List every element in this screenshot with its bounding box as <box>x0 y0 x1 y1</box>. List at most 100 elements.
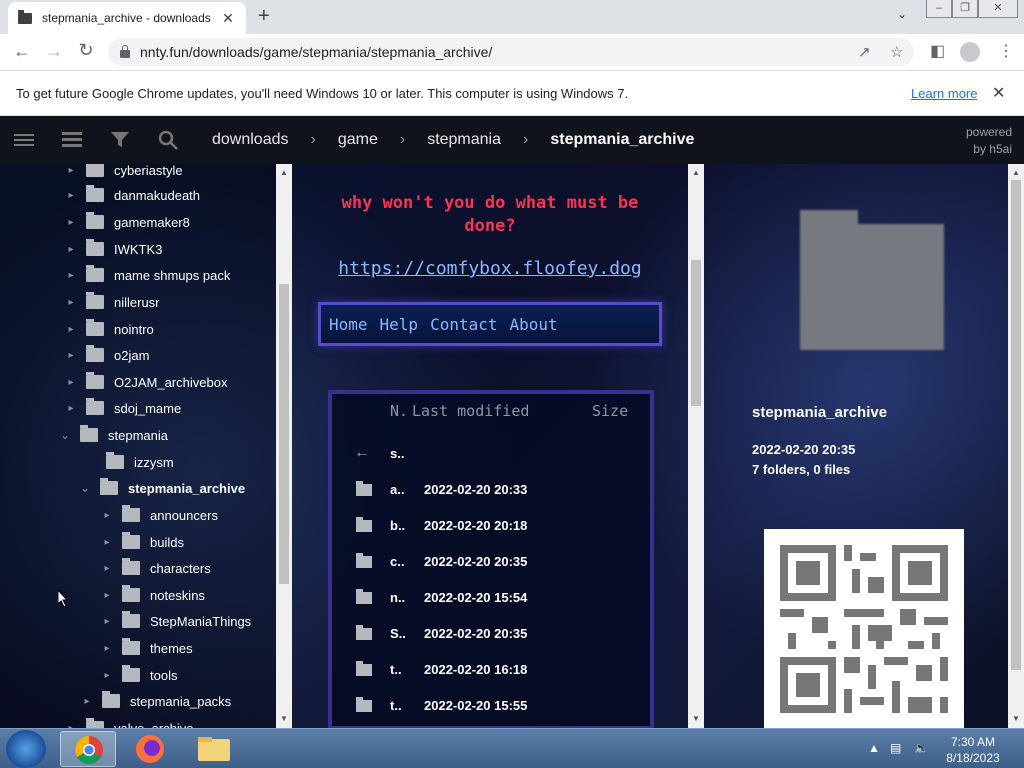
table-row[interactable]: t.. 2022-02-20 16:18 <box>332 652 650 688</box>
network-icon[interactable]: ▤ <box>890 741 901 755</box>
tree-item[interactable]: ▸ sdoj_mame <box>64 395 181 421</box>
chevron-right-icon[interactable]: ▸ <box>64 324 78 335</box>
profile-avatar[interactable] <box>960 42 980 62</box>
search-icon[interactable] <box>156 128 180 152</box>
tree-item[interactable]: ▸ nointro <box>64 316 154 342</box>
scroll-up-icon[interactable]: ▲ <box>276 168 292 177</box>
show-hidden-icons[interactable]: ▲ <box>868 741 880 755</box>
table-row[interactable]: S.. 2022-02-20 20:35 <box>332 616 650 652</box>
tree-item[interactable]: ▸ O2JAM_archivebox <box>64 369 227 395</box>
scroll-down-icon[interactable]: ▼ <box>688 714 704 723</box>
tree-item[interactable]: ▸ announcers <box>100 502 218 528</box>
tree-item[interactable]: ▸ tools <box>100 662 177 688</box>
column-header-size[interactable]: Size <box>592 402 628 420</box>
scroll-down-icon[interactable]: ▼ <box>276 714 292 723</box>
scrollbar-thumb[interactable] <box>691 260 701 406</box>
chevron-right-icon[interactable]: ▸ <box>64 217 78 228</box>
url-text[interactable]: nnty.fun/downloads/game/stepmania/stepma… <box>140 44 492 60</box>
column-header-modified[interactable]: Last modified <box>412 402 529 420</box>
tree-item[interactable]: ▸ IWKTK3 <box>64 236 162 262</box>
chevron-right-icon[interactable]: ▸ <box>64 297 78 308</box>
chevron-right-icon[interactable]: ▸ <box>100 537 114 548</box>
scroll-up-icon[interactable]: ▲ <box>688 168 704 177</box>
tab-search-icon[interactable]: ⌄ <box>897 7 907 21</box>
forward-button[interactable]: → <box>38 41 70 62</box>
hamburger-icon[interactable] <box>12 128 36 152</box>
breadcrumb-downloads[interactable]: downloads <box>212 131 289 149</box>
nav-home[interactable]: Home <box>329 315 368 334</box>
main-scrollbar[interactable]: ▲ ▼ <box>688 164 704 728</box>
firefox-taskbar-button[interactable] <box>122 731 178 767</box>
chevron-right-icon[interactable]: ▸ <box>80 696 94 707</box>
chevron-right-icon[interactable]: ▸ <box>64 403 78 414</box>
tree-item[interactable]: ▸ stepmania_packs <box>80 688 231 714</box>
chevron-right-icon[interactable]: ▸ <box>100 590 114 601</box>
breadcrumb-stepmania[interactable]: stepmania <box>427 131 501 149</box>
close-window-button[interactable]: ✕ <box>978 0 1018 18</box>
scroll-up-icon[interactable]: ▲ <box>1008 168 1024 177</box>
nav-contact[interactable]: Contact <box>430 315 497 334</box>
tree-item[interactable]: ▸ nillerusr <box>64 289 160 315</box>
tree-item[interactable]: izzysm <box>84 449 174 475</box>
tree-item[interactable]: ▸ gamemaker8 <box>64 209 190 235</box>
chevron-down-icon[interactable]: ⌄ <box>78 481 92 495</box>
page-scrollbar[interactable]: ▲ ▼ <box>1008 164 1024 728</box>
breadcrumb-game[interactable]: game <box>338 131 378 149</box>
breadcrumb-stepmania-archive[interactable]: stepmania_archive <box>550 131 694 149</box>
scroll-down-icon[interactable]: ▼ <box>1008 714 1024 723</box>
chevron-right-icon[interactable]: ▸ <box>100 616 114 627</box>
reload-button[interactable]: ↻ <box>70 40 102 61</box>
address-bar[interactable]: nnty.fun/downloads/game/stepmania/stepma… <box>108 38 914 66</box>
lock-icon[interactable] <box>120 45 130 58</box>
chrome-taskbar-button[interactable] <box>60 731 116 767</box>
new-tab-button[interactable]: + <box>258 5 270 28</box>
tree-item[interactable]: ▸ o2jam <box>64 342 149 368</box>
comfybox-link[interactable]: https://comfybox.floofey.dog <box>312 258 668 279</box>
chevron-right-icon[interactable]: ▸ <box>64 244 78 255</box>
tree-item[interactable]: ▸ themes <box>100 635 193 661</box>
share-icon[interactable]: ↗ <box>858 43 871 61</box>
chevron-right-icon[interactable]: ▸ <box>64 190 78 201</box>
learn-more-link[interactable]: Learn more <box>911 86 977 101</box>
tree-item[interactable]: ▸ cyberiastyle <box>64 164 183 183</box>
chevron-right-icon[interactable]: ▸ <box>100 643 114 654</box>
chevron-right-icon[interactable]: ▸ <box>64 350 78 361</box>
chevron-right-icon[interactable]: ▸ <box>100 670 114 681</box>
start-button[interactable] <box>6 730 46 768</box>
restore-button[interactable]: ❐ <box>952 0 978 18</box>
tree-item[interactable]: ▸ characters <box>100 555 211 581</box>
view-list-icon[interactable] <box>60 128 84 152</box>
chevron-down-icon[interactable]: ⌄ <box>58 428 72 442</box>
chevron-right-icon[interactable]: ▸ <box>64 377 78 388</box>
tree-item[interactable]: ▸ danmakudeath <box>64 182 200 208</box>
explorer-taskbar-button[interactable] <box>186 731 242 767</box>
browser-tab[interactable]: stepmania_archive - downloads ✕ <box>8 2 246 34</box>
nav-help[interactable]: Help <box>380 315 419 334</box>
infobar-close-icon[interactable]: ✕ <box>992 83 1005 103</box>
tree-item[interactable]: ▸ mame shmups pack <box>64 262 230 288</box>
filter-icon[interactable] <box>108 128 132 152</box>
table-row[interactable]: n.. 2022-02-20 15:54 <box>332 580 650 616</box>
table-row[interactable]: c.. 2022-02-20 20:35 <box>332 544 650 580</box>
chevron-right-icon[interactable]: ▸ <box>64 165 78 176</box>
side-panel-icon[interactable]: ◧ <box>930 41 945 61</box>
chevron-right-icon[interactable]: ▸ <box>100 563 114 574</box>
nav-about[interactable]: About <box>510 315 558 334</box>
chevron-right-icon[interactable]: ▸ <box>64 270 78 281</box>
table-row-parent[interactable]: ← s.. <box>332 436 650 472</box>
tree-item-stepmania[interactable]: ⌄ stepmania <box>58 422 168 448</box>
scrollbar-thumb[interactable] <box>1011 180 1021 670</box>
column-header-name[interactable]: N. <box>390 402 408 420</box>
tree-item-current[interactable]: ⌄ stepmania_archive <box>78 475 245 501</box>
tree-item[interactable]: ▸ valve_archive <box>64 715 194 728</box>
back-button[interactable]: ← <box>6 41 38 62</box>
volume-muted-icon[interactable]: 🔈 <box>914 741 929 755</box>
table-row[interactable]: t.. 2022-02-20 15:55 <box>332 688 650 724</box>
tree-item[interactable]: ▸ builds <box>100 529 184 555</box>
minimize-button[interactable]: – <box>926 0 952 18</box>
bookmark-star-icon[interactable]: ☆ <box>890 43 903 61</box>
chevron-right-icon[interactable]: ▸ <box>100 510 114 521</box>
tree-item[interactable]: ▸ noteskins <box>100 582 205 608</box>
scrollbar-thumb[interactable] <box>279 284 289 584</box>
tree-item[interactable]: ▸ StepManiaThings <box>100 608 251 634</box>
